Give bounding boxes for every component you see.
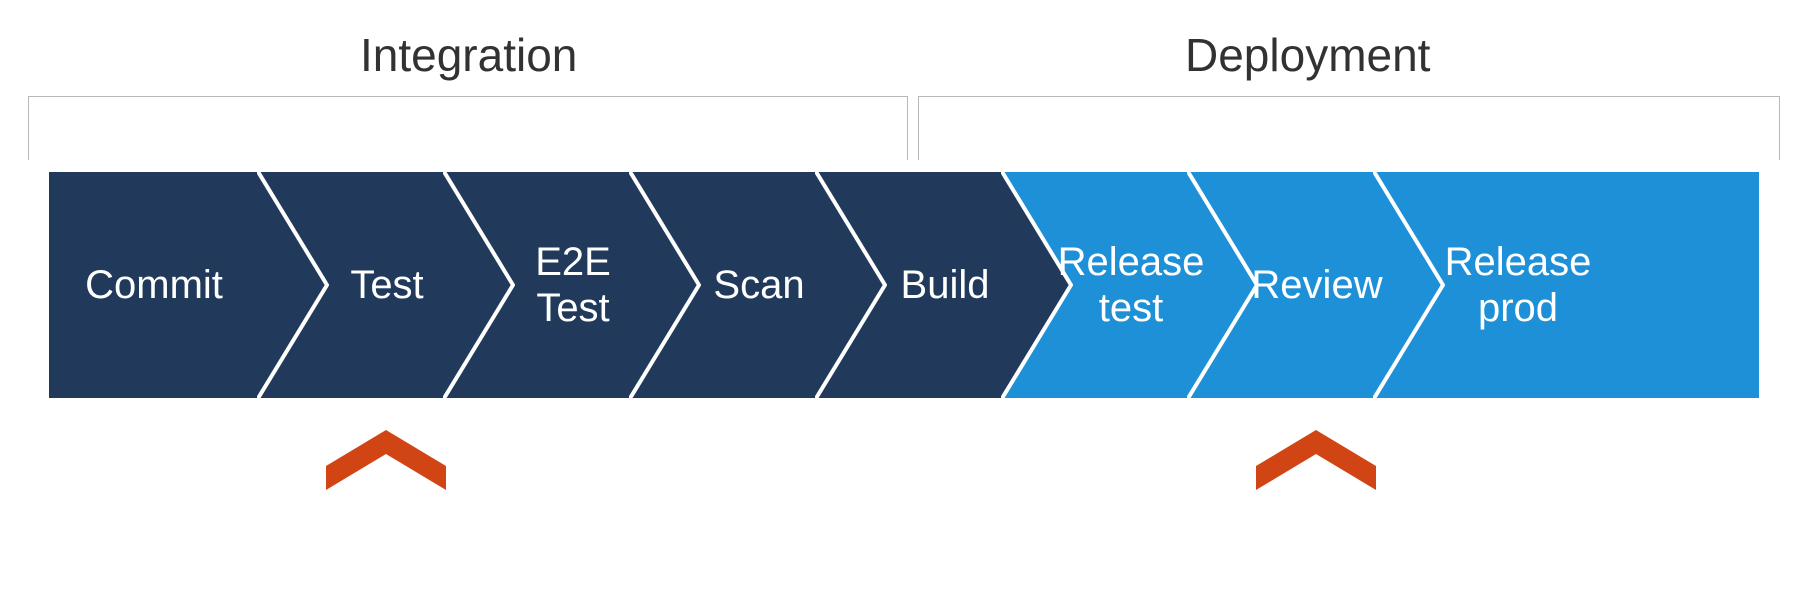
stage-label-commit: Commit	[47, 170, 261, 400]
bracket-deployment	[918, 96, 1780, 160]
stage-label-review: Review	[1247, 170, 1387, 400]
stage-label-e2e-test: E2E Test	[503, 170, 643, 400]
caret-up-icon	[1256, 430, 1376, 490]
stage-label-scan: Scan	[689, 170, 829, 400]
phase-title-deployment: Deployment	[1185, 28, 1430, 82]
caret-up-icon	[326, 430, 446, 490]
stage-label-release-test: Release test	[1056, 170, 1206, 400]
bracket-integration	[28, 96, 908, 160]
stage-label-test: Test	[317, 170, 457, 400]
stage-label-release-prod: Release prod	[1433, 170, 1603, 400]
pipeline-diagram: Integration Deployment Commit Test E2E T…	[0, 0, 1806, 592]
pipeline-row: Commit Test E2E Test Scan	[47, 170, 1761, 400]
stage-release-prod: Release prod	[1373, 170, 1761, 400]
stage-label-build: Build	[875, 170, 1015, 400]
phase-title-integration: Integration	[360, 28, 577, 82]
